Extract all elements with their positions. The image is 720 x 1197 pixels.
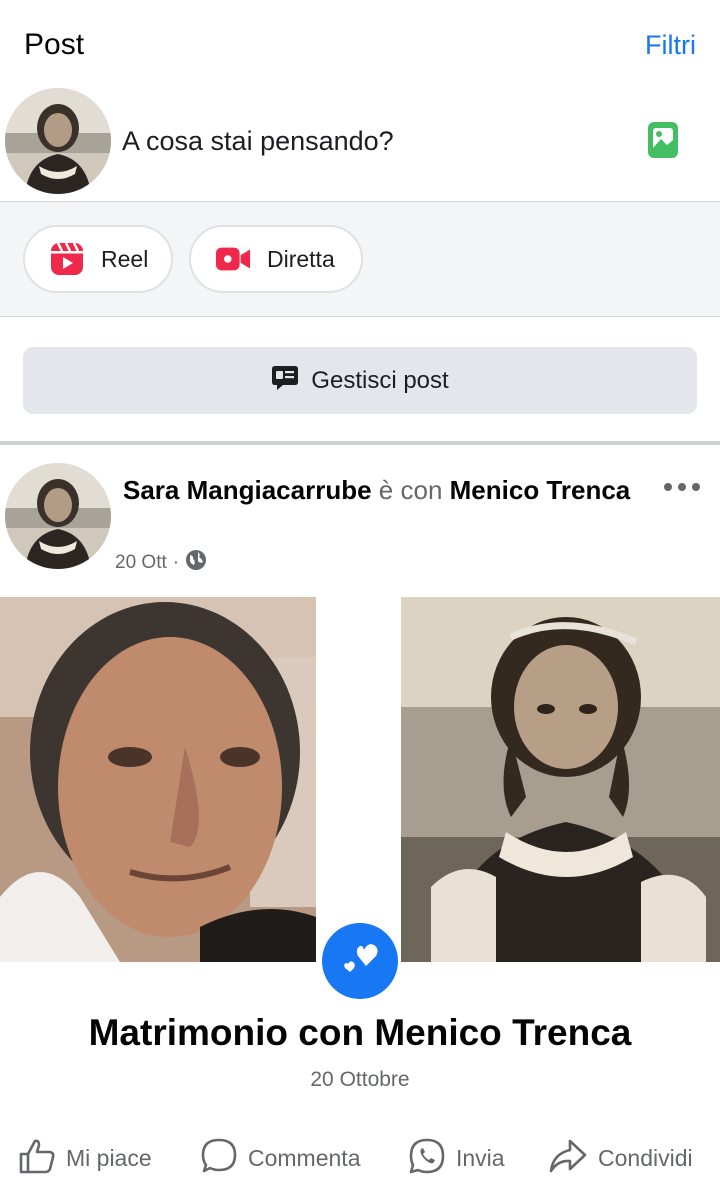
post-meta: 20 Ott · — [115, 549, 207, 577]
page-title: Post — [24, 28, 85, 61]
live-video-icon — [215, 242, 251, 276]
whatsapp-icon — [408, 1137, 446, 1180]
header: Post Filtri — [0, 0, 720, 90]
more-options-button[interactable] — [664, 479, 700, 495]
more-dot — [678, 483, 686, 491]
avatar[interactable] — [5, 88, 111, 194]
photo-icon[interactable] — [647, 121, 679, 159]
like-icon — [18, 1137, 56, 1180]
author-name[interactable]: Sara Mangiacarrube — [123, 475, 372, 505]
meta-separator: · — [172, 552, 180, 573]
comment-icon — [200, 1137, 238, 1180]
share-button[interactable]: Condividi — [548, 1132, 693, 1184]
quick-actions-bar: Reel Diretta — [0, 202, 720, 317]
post-header: Sara Mangiacarrube è con Menico Trenca 2… — [0, 449, 720, 597]
post-actions-bar: Mi piace Commenta Invia Condividi — [0, 1132, 720, 1184]
post-date[interactable]: 20 Ott — [115, 552, 167, 574]
share-icon — [548, 1137, 588, 1180]
photo-man[interactable] — [0, 597, 316, 962]
life-event-date: 20 Ottobre — [310, 1068, 410, 1091]
manage-posts-icon — [271, 364, 299, 397]
composer-input[interactable]: A cosa stai pensando? — [122, 126, 394, 157]
manage-posts-section: Gestisci post — [0, 317, 720, 445]
like-button[interactable]: Mi piace — [18, 1132, 152, 1184]
author-avatar[interactable] — [5, 463, 111, 569]
send-button[interactable]: Invia — [408, 1132, 505, 1184]
like-label: Mi piace — [66, 1144, 152, 1171]
filters-button[interactable]: Filtri — [645, 30, 696, 61]
live-button[interactable]: Diretta — [189, 225, 363, 293]
photo-woman[interactable] — [401, 597, 720, 962]
comment-label: Commenta — [248, 1144, 361, 1171]
more-dot — [664, 483, 672, 491]
with-text: è con — [378, 475, 443, 505]
heart-badge-icon — [322, 923, 398, 999]
reel-button[interactable]: Reel — [23, 225, 173, 293]
post-photos — [0, 597, 720, 962]
manage-posts-button[interactable]: Gestisci post — [23, 347, 697, 414]
globe-icon — [185, 549, 207, 577]
post-title: Sara Mangiacarrube è con Menico Trenca — [123, 473, 653, 507]
send-label: Invia — [456, 1144, 505, 1171]
reel-label: Reel — [101, 245, 149, 272]
manage-posts-label: Gestisci post — [311, 366, 449, 394]
life-event-title: Matrimonio con Menico Trenca — [88, 1012, 632, 1053]
share-label: Condividi — [598, 1144, 693, 1171]
comment-button[interactable]: Commenta — [200, 1132, 360, 1184]
reel-icon — [49, 242, 85, 276]
live-label: Diretta — [267, 245, 335, 272]
more-dot — [692, 483, 700, 491]
tagged-name[interactable]: Menico Trenca — [450, 475, 631, 505]
post-composer: A cosa stai pensando? — [0, 88, 720, 202]
